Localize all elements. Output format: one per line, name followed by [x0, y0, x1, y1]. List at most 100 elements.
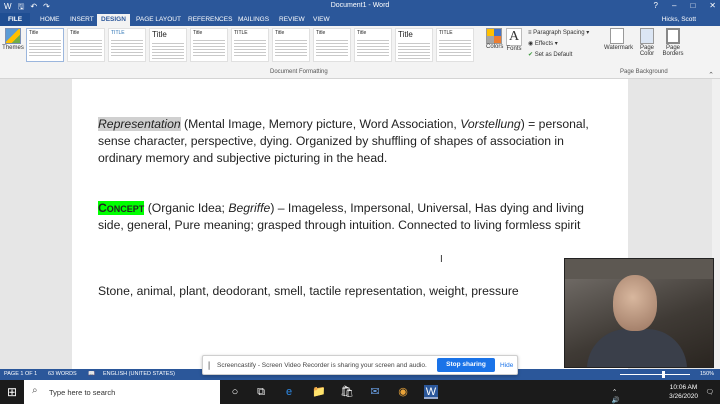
tab-mailings[interactable]: MAILINGS [238, 16, 269, 23]
window-title: Document1 - Word [330, 2, 390, 9]
style-set-item[interactable]: Title [395, 28, 433, 62]
effects-button[interactable]: ◉ Effects ▾ [528, 39, 589, 50]
paragraph-text: (Organic Idea; [144, 201, 229, 215]
style-set-title: TITLE [111, 30, 125, 36]
fonts-label: Fonts [506, 46, 522, 52]
style-set-item[interactable]: TITLE [231, 28, 269, 62]
style-set-item[interactable]: Title [149, 28, 187, 62]
drag-handle-icon[interactable]: ┃ [207, 362, 211, 370]
store-icon[interactable]: 🛍 [340, 385, 354, 399]
file-explorer-icon[interactable]: 📁 [312, 385, 326, 399]
zoom-slider[interactable] [620, 374, 690, 375]
notifications-icon[interactable]: 🗨 [706, 388, 714, 396]
title-bar: W 🖫 ↶ ↷ Document1 - Word ? – □ ✕ [0, 0, 720, 13]
paragraph-spacing-button[interactable]: ≡ Paragraph Spacing ▾ [528, 28, 589, 39]
tab-home[interactable]: HOME [40, 16, 60, 23]
maximize-icon[interactable]: □ [690, 1, 695, 10]
colors-label: Colors [486, 44, 504, 50]
style-set-title: TITLE [439, 30, 453, 36]
zoom-slider-thumb[interactable] [662, 371, 665, 378]
text-cursor-icon: I [440, 254, 443, 265]
tab-design[interactable]: DESIGN [97, 14, 130, 26]
style-preview-lines [234, 38, 266, 56]
tab-view[interactable]: VIEW [313, 16, 330, 23]
tab-references[interactable]: REFERENCES [188, 16, 232, 23]
style-set-title: Title [29, 30, 39, 36]
paragraph-concept[interactable]: Concept (Organic Idea; Begriffe) – Image… [98, 200, 598, 234]
task-view-icon[interactable]: ⧉ [254, 385, 268, 399]
windows-start-icon[interactable]: ⊞ [0, 380, 24, 404]
fonts-button[interactable]: A Fonts [506, 28, 522, 52]
stop-sharing-button[interactable]: Stop sharing [437, 358, 495, 372]
style-preview-lines [357, 38, 389, 56]
document-page[interactable]: Representation (Mental Image, Memory pic… [72, 79, 628, 369]
design-ribbon: Themes Title Title TITLE Title Title TIT… [0, 26, 720, 79]
page-color-label: Page Color [639, 45, 655, 57]
page-count[interactable]: PAGE 1 OF 1 [4, 371, 37, 377]
edge-browser-icon[interactable]: e [282, 385, 296, 399]
style-set-title: Title [152, 30, 167, 39]
webcam-overlay [564, 258, 714, 368]
tab-page-layout[interactable]: PAGE LAYOUT [136, 16, 181, 23]
taskbar-search-input[interactable]: ⌕ Type here to search [24, 380, 220, 404]
style-set-item[interactable]: Title [67, 28, 105, 62]
word-taskbar-icon[interactable]: W [424, 385, 438, 399]
close-icon[interactable]: ✕ [709, 1, 716, 10]
style-set-item[interactable]: Title [26, 28, 64, 62]
style-set-title: TITLE [234, 30, 248, 36]
colors-icon [486, 28, 502, 44]
word-count[interactable]: 63 WORDS [48, 371, 77, 377]
style-preview-lines [439, 38, 471, 56]
help-icon[interactable]: ? [654, 1, 658, 10]
hide-button[interactable]: Hide [500, 362, 513, 369]
user-name[interactable]: Hicks, Scott [662, 16, 696, 23]
fonts-icon: A [506, 28, 522, 46]
watermark-icon [610, 28, 624, 44]
style-set-title: Title [275, 30, 285, 36]
themes-button[interactable]: Themes [2, 28, 24, 51]
style-preview-lines [152, 41, 184, 59]
search-icon: ⌕ [32, 385, 38, 396]
paragraph-examples[interactable]: Stone, animal, plant, deodorant, smell, … [98, 283, 598, 300]
colors-button[interactable]: Colors [486, 28, 504, 50]
group-label-page-background: Page Background [620, 69, 668, 75]
tray-icons[interactable]: ⌃ 🔊 [612, 388, 620, 404]
page-borders-icon [666, 28, 680, 44]
paragraph-representation[interactable]: Representation (Mental Image, Memory pic… [98, 116, 598, 166]
term-representation: Representation [98, 117, 181, 131]
style-set-item[interactable]: TITLE [436, 28, 474, 62]
style-set-gallery: Title Title TITLE Title Title TITLE Titl… [26, 28, 482, 64]
page-color-button[interactable]: Page Color [634, 28, 660, 57]
watermark-label: Watermark [604, 45, 634, 51]
style-preview-lines [193, 38, 225, 56]
tab-review[interactable]: REVIEW [279, 16, 305, 23]
collapse-ribbon-icon[interactable]: ⌃ [708, 71, 714, 79]
tab-file[interactable]: FILE [0, 13, 30, 26]
style-set-item[interactable]: Title [313, 28, 351, 62]
mail-icon[interactable]: ✉ [368, 385, 382, 399]
chrome-icon[interactable]: ◉ [396, 385, 410, 399]
language-indicator[interactable]: ENGLISH (UNITED STATES) [103, 371, 175, 377]
webcam-person-body [587, 329, 687, 367]
proofing-icon[interactable]: 📖 [88, 371, 95, 377]
page-borders-label: Page Borders [662, 45, 684, 57]
minimize-icon[interactable]: – [672, 1, 676, 10]
group-label-document-formatting: Document Formatting [270, 69, 328, 75]
zoom-level[interactable]: 150% [700, 371, 714, 377]
style-set-item[interactable]: TITLE [108, 28, 146, 62]
style-set-item[interactable]: Title [354, 28, 392, 62]
themes-label: Themes [2, 45, 24, 51]
window-controls: ? – □ ✕ [654, 1, 716, 10]
watermark-button[interactable]: Watermark [604, 28, 634, 51]
set-as-default-button[interactable]: ✔ Set as Default [528, 50, 589, 61]
ribbon-tabs: FILE HOME INSERT DESIGN PAGE LAYOUT REFE… [0, 13, 720, 26]
cortana-icon[interactable]: ○ [228, 385, 242, 399]
webcam-person-head [613, 275, 657, 331]
taskbar-clock[interactable]: 10:06 AM 3/26/2020 [669, 383, 698, 401]
style-set-item[interactable]: Title [190, 28, 228, 62]
tab-insert[interactable]: INSERT [70, 16, 94, 23]
style-set-item[interactable]: Title [272, 28, 310, 62]
page-borders-button[interactable]: Page Borders [660, 28, 686, 57]
style-set-title: Title [316, 30, 326, 36]
word-window: W 🖫 ↶ ↷ Document1 - Word ? – □ ✕ FILE HO… [0, 0, 720, 404]
